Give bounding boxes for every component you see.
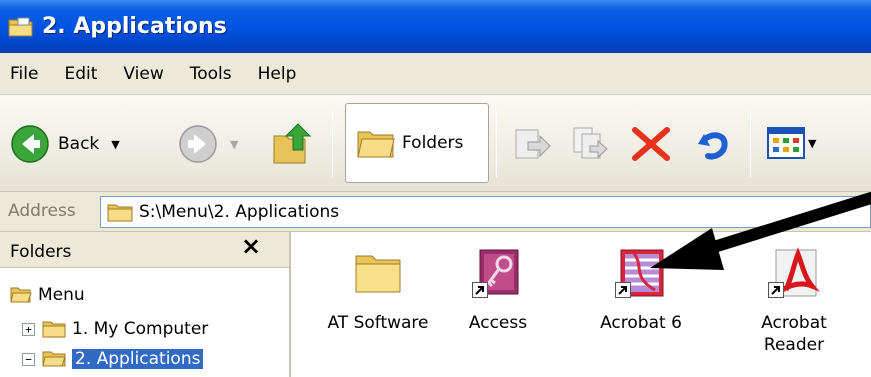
folders-pane: Folders × Menu + 1. My Computer − 2. App… [0, 232, 291, 377]
file-item-label: AT Software [327, 313, 429, 333]
annotation-arrow [650, 192, 871, 270]
back-label: Back [58, 134, 100, 154]
move-to-icon [515, 129, 551, 159]
views-icon [767, 127, 805, 159]
copy-to-icon [573, 127, 608, 159]
folder-window-icon [8, 17, 33, 36]
up-folder-icon [273, 123, 312, 164]
tree-item-my-computer[interactable]: + 1. My Computer [22, 316, 208, 342]
back-arrow-icon [11, 125, 49, 163]
tree-item-label-selected: 2. Applications [72, 349, 204, 369]
tree-item-label: Menu [38, 285, 85, 305]
menu-view[interactable]: View [111, 64, 177, 84]
up-folder-button[interactable] [272, 122, 312, 166]
tree-item-label: 1. My Computer [72, 319, 209, 339]
shortcut-arrow-icon [615, 282, 631, 298]
move-to-button[interactable] [512, 124, 552, 164]
title-bar[interactable]: 2. Applications [0, 0, 871, 53]
shortcut-arrow-icon [768, 282, 784, 298]
address-label: Address [8, 201, 76, 221]
expand-icon[interactable]: + [22, 322, 35, 336]
views-dropdown-icon[interactable]: ▼ [808, 137, 816, 150]
folder-icon [42, 321, 66, 338]
file-item-label: Acrobat 6 [600, 313, 682, 333]
forward-arrow-icon [179, 125, 217, 163]
folders-button[interactable]: Folders [345, 103, 489, 183]
forward-button[interactable]: ▼ [178, 124, 238, 164]
open-folder-icon [42, 351, 66, 367]
toolbar-separator [750, 111, 751, 177]
folder-icon [355, 255, 401, 293]
delete-button[interactable] [631, 126, 671, 162]
folders-pane-title: Folders [10, 242, 72, 262]
undo-button[interactable] [694, 124, 734, 164]
toolbar-separator [496, 111, 497, 177]
window-title: 2. Applications [42, 14, 227, 39]
toolbar-separator [332, 111, 333, 177]
views-button[interactable]: ▼ [766, 126, 816, 160]
toolbar: Back ▼ ▼ Folders ▼ [0, 95, 871, 192]
file-item-access[interactable]: Access [433, 246, 563, 334]
menu-tools[interactable]: Tools [178, 64, 246, 84]
menu-edit[interactable]: Edit [52, 64, 111, 84]
menu-bar: File Edit View Tools Help [0, 53, 871, 95]
file-item-label: Access [468, 313, 528, 333]
open-folder-icon [10, 287, 32, 303]
forward-dropdown-icon[interactable]: ▼ [230, 138, 238, 151]
shortcut-arrow-icon [472, 282, 488, 298]
delete-x-icon [632, 127, 670, 161]
back-dropdown-icon[interactable]: ▼ [111, 138, 119, 151]
file-item-at-software[interactable]: AT Software [313, 246, 443, 334]
menu-help[interactable]: Help [246, 64, 311, 84]
back-button[interactable]: Back ▼ [10, 124, 120, 164]
folders-icon [357, 131, 395, 158]
close-icon[interactable]: × [241, 232, 261, 260]
copy-to-button[interactable] [570, 124, 610, 164]
tree-item-menu[interactable]: Menu [10, 282, 85, 308]
folders-label: Folders [402, 133, 464, 153]
folder-icon [107, 204, 133, 222]
file-item-label: Acrobat Reader [761, 313, 827, 355]
undo-icon [698, 132, 728, 160]
collapse-icon[interactable]: − [22, 352, 35, 366]
menu-file[interactable]: File [0, 64, 52, 84]
address-path: S:\Menu\2. Applications [139, 202, 340, 222]
folders-pane-header: Folders × [0, 232, 289, 268]
tree-item-applications[interactable]: − 2. Applications [22, 346, 204, 372]
